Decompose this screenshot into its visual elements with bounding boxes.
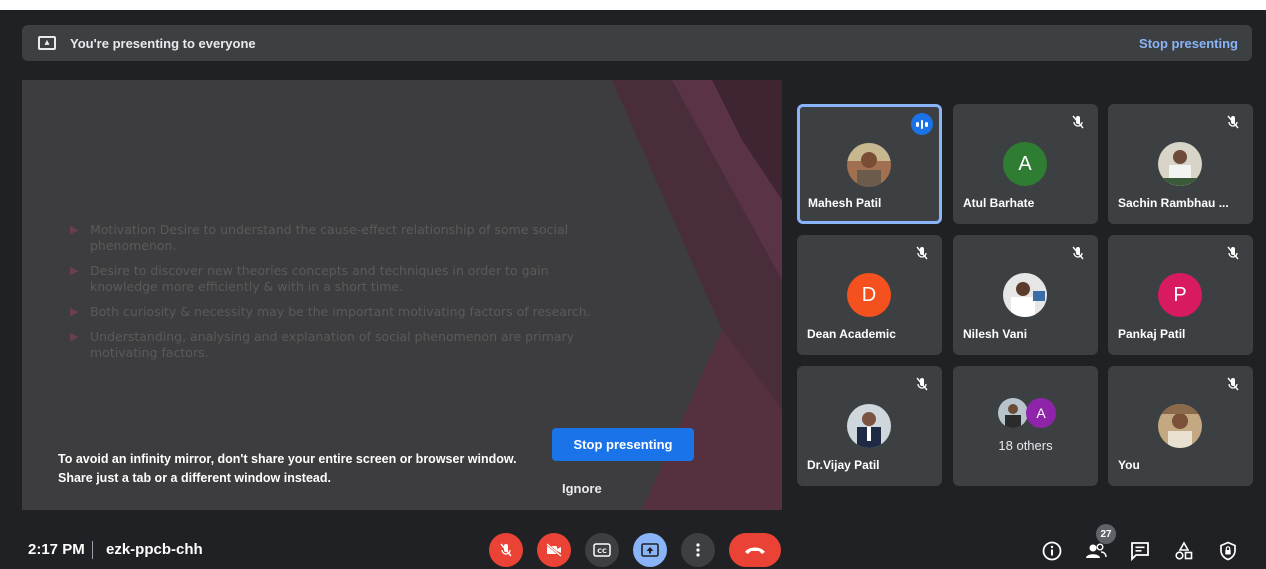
group-avatar-photo — [998, 398, 1028, 428]
slide-bullet: ▶ Desire to discover new theories concept… — [70, 263, 549, 294]
present-screen-icon: ▴ — [38, 36, 56, 50]
participant-tile-nilesh-vani[interactable]: Nilesh Vani — [953, 235, 1098, 355]
svg-text:CC: CC — [597, 547, 607, 555]
slide-bullet: ▶ Motivation Desire to understand the cau… — [70, 222, 569, 253]
avatar — [1003, 273, 1047, 317]
camera-off-icon — [546, 543, 562, 557]
participant-name: You — [1118, 458, 1140, 472]
avatar — [847, 143, 891, 187]
info-icon — [1042, 541, 1062, 561]
participant-name: Dr.Vijay Patil — [807, 458, 880, 472]
mic-off-icon — [500, 543, 512, 557]
infinity-mirror-warning: To avoid an infinity mirror, don't share… — [58, 452, 517, 485]
mic-off-icon — [1227, 377, 1239, 391]
mic-toggle-button[interactable] — [489, 533, 523, 567]
mic-off-icon — [1072, 246, 1084, 260]
participant-name: Nilesh Vani — [963, 327, 1028, 341]
bullet-arrow-icon: ▶ — [70, 264, 79, 277]
mic-off-icon — [1072, 115, 1084, 129]
bullet-arrow-icon: ▶ — [70, 223, 79, 236]
present-screen-icon — [641, 543, 659, 557]
group-avatar-letter: A — [1026, 398, 1056, 428]
mic-off-icon — [916, 246, 928, 260]
hang-up-icon — [745, 547, 765, 554]
participant-tile-dean-academic[interactable]: D Dean Academic — [797, 235, 942, 355]
avatar — [847, 404, 891, 448]
people-count-badge: 27 — [1096, 524, 1116, 544]
banner-stop-presenting-button[interactable]: Stop presenting — [1139, 36, 1238, 51]
captions-button[interactable]: CC — [585, 533, 619, 567]
avatar: P — [1158, 273, 1202, 317]
avatar — [1158, 142, 1202, 186]
chat-button[interactable] — [1128, 539, 1152, 563]
participant-tile-pankaj-patil[interactable]: P Pankaj Patil — [1108, 235, 1253, 355]
meeting-code: ezk-ppcb-chh — [106, 541, 203, 558]
slide-bullet: ▶ Understanding, analysing and explanatio… — [70, 329, 575, 360]
mic-off-icon — [916, 377, 928, 391]
participant-tile-others[interactable]: A 18 others — [953, 366, 1098, 486]
stop-presenting-button[interactable]: Stop presenting — [552, 428, 694, 461]
meeting-time: 2:17 PM — [28, 541, 85, 558]
present-button[interactable] — [633, 533, 667, 567]
meeting-details-button[interactable] — [1040, 539, 1064, 563]
participant-tile-sachin-rambhau[interactable]: Sachin Rambhau ... — [1108, 104, 1253, 224]
people-icon — [1086, 543, 1107, 558]
shield-lock-icon — [1220, 541, 1236, 561]
camera-toggle-button[interactable] — [537, 533, 571, 567]
bullet-arrow-icon: ▶ — [70, 305, 79, 318]
avatar: A — [1003, 142, 1047, 186]
participant-tile-dr-vijay-patil[interactable]: Dr.Vijay Patil — [797, 366, 942, 486]
others-count-label: 18 others — [998, 438, 1053, 453]
bottom-control-bar: 2:17 PM ezk-ppcb-chh CC 27 — [0, 524, 1266, 569]
chat-icon — [1131, 542, 1149, 561]
more-vert-icon — [696, 543, 700, 557]
mic-off-icon — [1227, 246, 1239, 260]
participant-name: Pankaj Patil — [1118, 327, 1186, 341]
speaking-indicator-icon — [911, 113, 933, 135]
participant-tile-you[interactable]: You — [1108, 366, 1253, 486]
participant-name: Mahesh Patil — [808, 196, 882, 210]
activities-button[interactable] — [1172, 539, 1196, 563]
captions-icon: CC — [593, 543, 611, 557]
participant-tile-atul-barhate[interactable]: A Atul Barhate — [953, 104, 1098, 224]
participant-name: Dean Academic — [807, 327, 896, 341]
more-options-button[interactable] — [681, 533, 715, 567]
host-controls-button[interactable] — [1216, 539, 1240, 563]
slide-bullet-list: ▶ Motivation Desire to understand the cau… — [70, 222, 610, 370]
participant-name: Sachin Rambhau ... — [1118, 196, 1229, 210]
avatar — [1158, 404, 1202, 448]
presentation-stage: ▶ Motivation Desire to understand the cau… — [22, 80, 782, 510]
leave-call-button[interactable] — [729, 533, 781, 567]
ignore-button[interactable]: Ignore — [562, 481, 602, 496]
participant-tile-mahesh-patil[interactable]: Mahesh Patil — [797, 104, 942, 224]
mic-off-icon — [1227, 115, 1239, 129]
top-strip — [0, 0, 1266, 10]
slide-bullet: ▶ Both curiosity & necessity may be the i… — [70, 304, 591, 319]
participant-name: Atul Barhate — [963, 196, 1035, 210]
bullet-arrow-icon: ▶ — [70, 330, 79, 343]
presenting-message: You're presenting to everyone — [70, 35, 256, 51]
divider — [92, 541, 93, 559]
avatar: D — [847, 273, 891, 317]
activities-icon — [1175, 541, 1193, 560]
presenting-banner: ▴ You're presenting to everyone Stop pre… — [22, 25, 1252, 61]
